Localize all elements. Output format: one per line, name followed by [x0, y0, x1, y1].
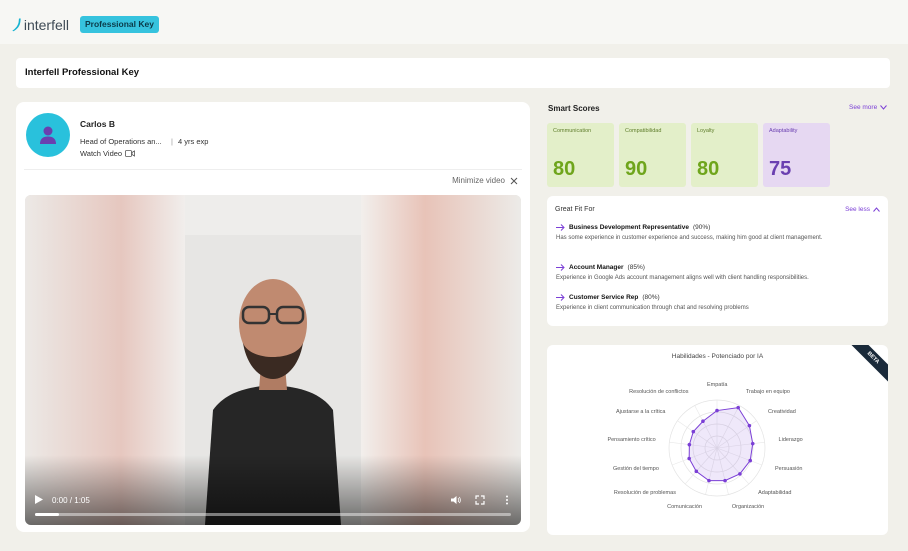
- radar-point: [687, 442, 692, 447]
- see-more-link[interactable]: See more: [849, 104, 888, 111]
- score-value: 80: [697, 158, 720, 180]
- chevron-up-icon: [873, 207, 880, 212]
- video-progress-bar[interactable]: [35, 513, 511, 516]
- score-card-adaptability: Adaptability 75: [763, 123, 830, 187]
- radar-point: [736, 405, 740, 410]
- see-more-label: See more: [849, 104, 878, 111]
- radar-chart: [668, 399, 766, 497]
- radar-point: [750, 441, 755, 446]
- candidate-experience: 4 yrs exp: [178, 137, 209, 146]
- top-bar: ⵰ interfell Professional Key: [0, 0, 908, 44]
- user-icon: [40, 126, 56, 144]
- radar-skill-label: Creatividad: [768, 408, 796, 415]
- great-fit-title: Great Fit For: [555, 206, 595, 213]
- page-title: Interfell Professional Key: [16, 58, 890, 88]
- fit-role: Account Manager: [569, 264, 624, 271]
- product-tag: Professional Key: [80, 16, 159, 33]
- radar-skill-label: Trabajo en equipo: [745, 389, 790, 396]
- radar-skill-label: Resolución de problemas: [613, 490, 676, 497]
- radar-skill-label: Organización: [731, 504, 765, 511]
- radar-point: [715, 408, 719, 413]
- radar-skill-label: Liderazgo: [778, 436, 803, 443]
- volume-icon[interactable]: [451, 495, 461, 505]
- score-label: Adaptability: [769, 128, 798, 134]
- fit-item: Customer Service Rep (80%) Experience in…: [556, 294, 882, 314]
- score-value: 75: [769, 158, 792, 180]
- radar-skill-label: Gestión del tiempo: [613, 465, 659, 472]
- score-card-compatibilidad: Compatibilidad 90: [619, 123, 686, 187]
- score-value: 80: [553, 158, 576, 180]
- video-player[interactable]: 0:00 / 1:05: [25, 195, 521, 525]
- radar-point: [748, 458, 753, 463]
- play-icon[interactable]: [35, 495, 43, 504]
- radar-point: [738, 472, 742, 476]
- radar-point: [701, 419, 705, 424]
- arrow-right-icon: [556, 294, 565, 301]
- radar-point: [691, 429, 696, 434]
- candidate-role: Head of Operations an...: [80, 137, 162, 146]
- radar-point: [694, 469, 699, 474]
- logo-icon: ⵰: [14, 16, 21, 32]
- candidate-name: Carlos B: [80, 119, 115, 129]
- arrow-right-icon: [556, 264, 565, 271]
- radar-skill-label: Persuasión: [774, 465, 803, 472]
- radar-point: [723, 478, 727, 483]
- fit-percentage: (80%): [642, 294, 660, 301]
- radar-skill-label: Resolución de conflictos: [629, 389, 689, 396]
- divider: [24, 169, 522, 170]
- fit-item: Account Manager (85%) Experience in Goog…: [556, 264, 882, 284]
- arrow-right-icon: [556, 224, 565, 231]
- watch-video-label: Watch Video: [80, 149, 123, 158]
- meta-separator: |: [171, 137, 173, 146]
- chevron-down-icon: [880, 105, 888, 110]
- minimize-video-button[interactable]: Minimize video: [452, 176, 518, 185]
- video-camera-icon: [125, 150, 136, 157]
- video-time: 0:00 / 1:05: [52, 496, 90, 505]
- watch-video-link[interactable]: Watch Video: [80, 149, 136, 158]
- radar-point: [747, 423, 752, 428]
- radar-point: [707, 478, 711, 483]
- fit-percentage: (85%): [627, 264, 645, 271]
- brand-logo[interactable]: ⵰ interfell: [14, 16, 69, 33]
- brand-name: interfell: [23, 16, 69, 33]
- score-label: Compatibilidad: [625, 128, 662, 134]
- skills-radar-card: Habilidades - Potenciado por IA BETA Emp…: [547, 345, 888, 535]
- radar-skill-label: Adaptabilidad: [758, 490, 792, 497]
- fit-description: Has some experience in customer experien…: [556, 235, 823, 241]
- smart-scores-title: Smart Scores: [548, 104, 600, 113]
- radar-point: [687, 456, 691, 461]
- score-card-loyalty: Loyalty 80: [691, 123, 758, 187]
- avatar: [26, 113, 70, 157]
- radar-series-area: [688, 407, 754, 482]
- score-card-communication: Communication 80: [547, 123, 614, 187]
- fit-role: Customer Service Rep: [569, 294, 639, 301]
- more-options-icon[interactable]: [505, 495, 509, 505]
- fit-role: Business Development Representative: [569, 224, 689, 231]
- radar-skill-label: Comunicación: [667, 504, 703, 511]
- score-label: Loyalty: [697, 128, 715, 134]
- see-less-label: See less: [845, 206, 870, 213]
- great-fit-card: Great Fit For See less Business Developm…: [547, 196, 888, 326]
- video-progress-fill: [35, 513, 59, 516]
- close-icon: [510, 177, 518, 184]
- radar-skill-label: Ajustarse a la crítica: [615, 408, 666, 415]
- minimize-video-label: Minimize video: [452, 176, 505, 185]
- fit-description: Experience in client communication throu…: [556, 305, 749, 311]
- candidate-card: Carlos B Head of Operations an... | 4 yr…: [16, 102, 530, 532]
- fit-item: Business Development Representative (90%…: [556, 224, 882, 244]
- radar-skill-label: Pensamiento crítico: [607, 436, 656, 443]
- score-value: 90: [625, 158, 648, 180]
- score-label: Communication: [553, 128, 592, 134]
- fullscreen-icon[interactable]: [475, 495, 485, 505]
- radar-skill-label: Empatía: [707, 382, 728, 388]
- fit-description: Experience in Google Ads account managem…: [556, 275, 809, 281]
- fit-percentage: (90%): [692, 224, 711, 231]
- see-less-link[interactable]: See less: [845, 206, 880, 213]
